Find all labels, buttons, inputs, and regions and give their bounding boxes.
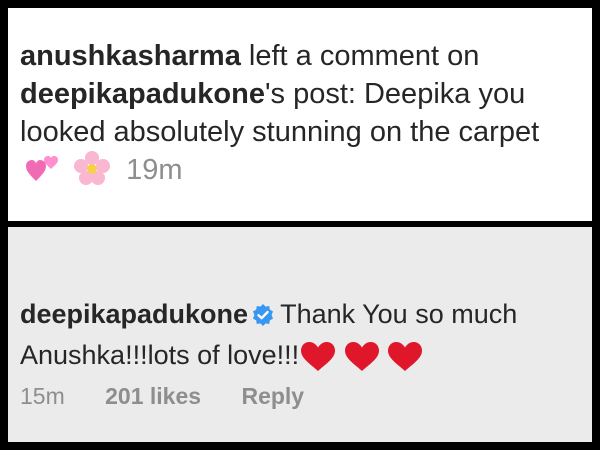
likes-count-link[interactable]: 201 likes xyxy=(105,383,201,410)
reply-button[interactable]: Reply xyxy=(241,383,304,410)
action-text: left a comment on xyxy=(240,40,480,72)
hearts-group xyxy=(299,342,423,382)
cherry-blossom-icon xyxy=(74,151,111,195)
notification-text: anushkasharma left a comment on deepikap… xyxy=(20,37,580,195)
screenshot-frame: anushkasharma left a comment on deepikap… xyxy=(0,0,600,450)
red-heart-icon xyxy=(344,342,379,382)
red-heart-icon xyxy=(301,342,336,382)
reply-username[interactable]: deepikapadukone xyxy=(20,299,248,329)
red-heart-icon xyxy=(388,342,423,382)
notification-timestamp: 19m xyxy=(126,154,183,186)
verified-badge-icon xyxy=(252,298,274,336)
reply-comment: deepikapadukone Thank You so much Anushk… xyxy=(20,295,592,382)
post-owner-username[interactable]: deepikapadukone xyxy=(20,78,265,110)
reply-timestamp: 15m xyxy=(20,383,65,409)
actor-username[interactable]: anushkasharma xyxy=(20,40,241,72)
notification-panel: anushkasharma left a comment on deepikap… xyxy=(8,8,592,221)
reply-panel: deepikapadukone Thank You so much Anushk… xyxy=(8,227,592,442)
reply-meta-row: 15m 201 likes Reply xyxy=(20,383,304,410)
two-hearts-icon xyxy=(26,155,60,195)
